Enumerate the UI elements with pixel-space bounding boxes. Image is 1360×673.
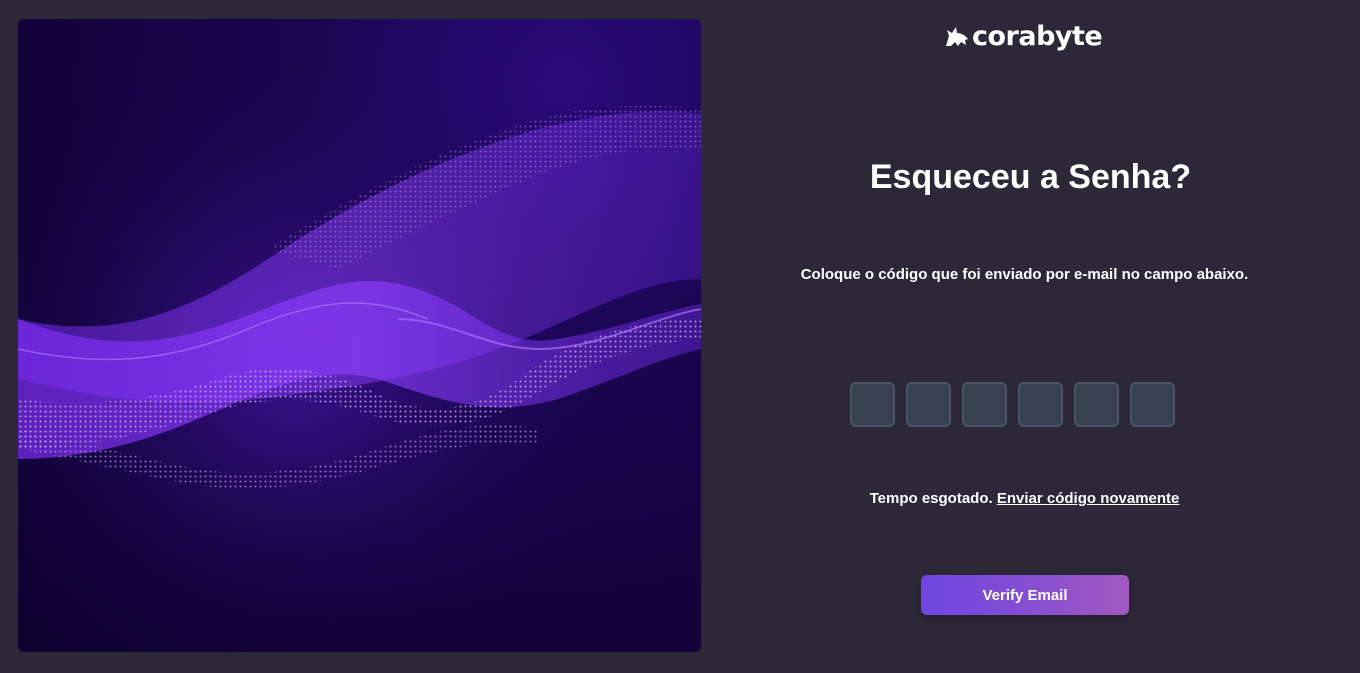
form-panel: corabyte Esqueceu a Senha? Coloque o cód…: [701, 0, 1360, 673]
code-digit-2[interactable]: [906, 382, 951, 427]
hero-image: [18, 19, 701, 652]
forgot-password-page: corabyte Esqueceu a Senha? Coloque o cód…: [0, 0, 1360, 673]
instruction-text: Coloque o código que foi enviado por e-m…: [800, 266, 1249, 283]
timeout-text: Tempo esgotado.: [869, 490, 997, 507]
code-digit-4[interactable]: [1018, 382, 1063, 427]
wolf-icon: [946, 27, 968, 46]
verification-code-inputs: [850, 382, 1175, 427]
code-digit-6[interactable]: [1130, 382, 1175, 427]
particle-wave-illustration: [18, 19, 701, 652]
logo-text: corabyte: [972, 20, 1103, 52]
resend-code-link[interactable]: Enviar código novamente: [997, 490, 1180, 507]
code-digit-5[interactable]: [1074, 382, 1119, 427]
code-digit-1[interactable]: [850, 382, 895, 427]
code-digit-3[interactable]: [962, 382, 1007, 427]
verify-email-button[interactable]: Verify Email: [921, 575, 1129, 615]
page-title: Esqueceu a Senha?: [869, 158, 1192, 196]
resend-row: Tempo esgotado. Enviar código novamente: [701, 490, 1348, 507]
brand-logo[interactable]: corabyte: [944, 18, 1103, 54]
